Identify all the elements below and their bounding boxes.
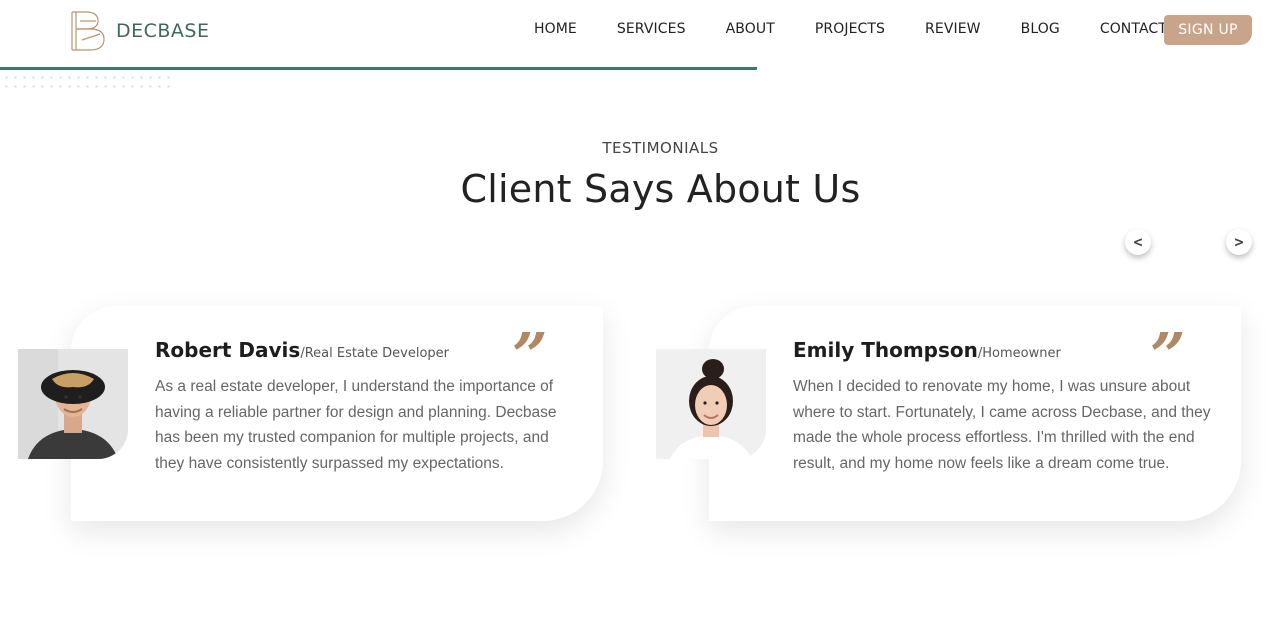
testimonial-text: When I decided to renovate my home, I wa…	[793, 378, 1211, 472]
testimonial-author: Emily Thompson/Homeowner	[793, 338, 1061, 362]
nav-contact[interactable]: CONTACT	[1100, 21, 1167, 37]
nav-services[interactable]: SERVICES	[617, 21, 686, 37]
header-divider	[0, 67, 757, 70]
testimonial-author: Robert Davis/Real Estate Developer	[155, 338, 449, 362]
nav-review[interactable]: REVIEW	[925, 21, 981, 37]
carousel-prev-button[interactable]: <	[1125, 229, 1151, 255]
logo-text: DECBASE	[116, 20, 210, 42]
person-photo-icon	[656, 349, 766, 459]
carousel-next-button[interactable]: >	[1226, 229, 1252, 255]
testimonial-text: As a real estate developer, I understand…	[155, 378, 557, 472]
author-name: Robert Davis	[155, 338, 301, 362]
quote-icon: ”	[1150, 319, 1186, 392]
main-nav: HOME SERVICES ABOUT PROJECTS REVIEW BLOG…	[534, 21, 1167, 37]
avatar	[656, 349, 766, 459]
logo[interactable]: DECBASE	[70, 10, 210, 52]
signup-button[interactable]: SIGN UP	[1164, 15, 1252, 45]
person-photo-icon	[18, 349, 128, 459]
author-role: /Real Estate Developer	[300, 346, 449, 361]
site-header: DECBASE HOME SERVICES ABOUT PROJECTS REV…	[0, 0, 1280, 92]
avatar	[18, 349, 128, 459]
section-title: Client Says About Us	[460, 167, 861, 211]
nav-about[interactable]: ABOUT	[726, 21, 775, 37]
nav-home[interactable]: HOME	[534, 21, 577, 37]
dot-pattern-decoration	[0, 72, 175, 92]
nav-blog[interactable]: BLOG	[1021, 21, 1060, 37]
logo-mark-icon	[71, 11, 105, 51]
quote-icon: ”	[512, 319, 548, 392]
author-role: /Homeowner	[977, 346, 1061, 361]
author-name: Emily Thompson	[793, 338, 978, 362]
nav-projects[interactable]: PROJECTS	[815, 21, 885, 37]
section-label: TESTIMONIALS	[602, 139, 719, 157]
